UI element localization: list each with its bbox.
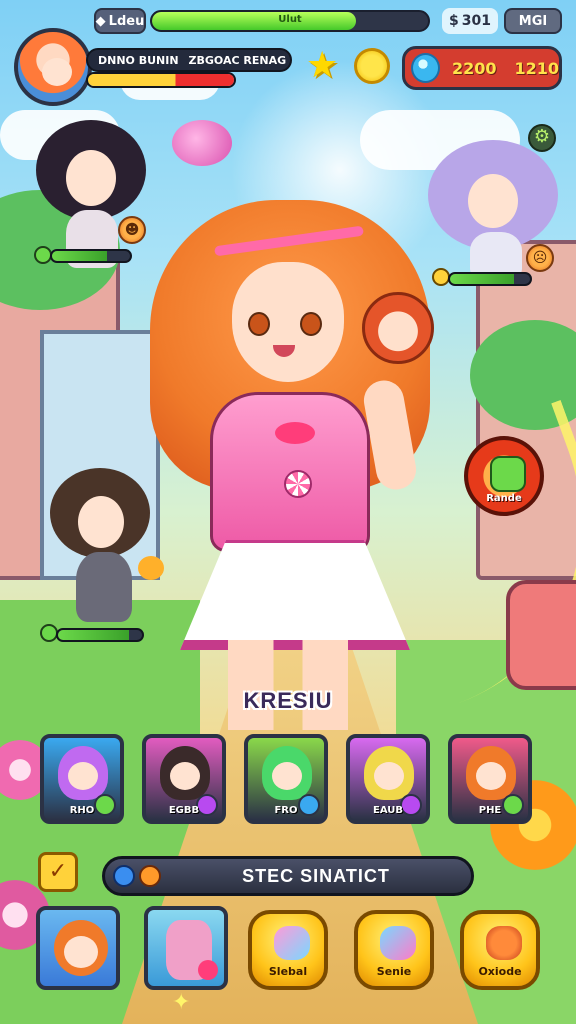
companion-head: [362, 292, 434, 364]
bottom-button-label: Slebal: [268, 965, 308, 978]
ally-character-top-left[interactable]: [36, 120, 146, 270]
select-label: STEC SINATICT: [242, 865, 390, 886]
ally-face: [468, 174, 518, 228]
heart-icon: [198, 960, 218, 980]
player-avatar[interactable]: [14, 28, 92, 106]
hero-legs: [228, 640, 348, 730]
star-icon[interactable]: ★: [306, 48, 344, 86]
ally-hp-bar: [448, 272, 532, 286]
xp-bar: Ulut: [150, 10, 430, 32]
player-panel: DNNO BUNIN ZBGOAC RENAG: [86, 48, 292, 92]
hero-eye-left: [248, 312, 270, 336]
character-roster: RHO EGBB FRO EAUB PHE: [40, 734, 540, 826]
roster-card[interactable]: RHO: [40, 734, 124, 824]
ally-hp-fill: [58, 630, 130, 640]
monster-action-button[interactable]: Rande: [464, 436, 544, 516]
ally-hp-fill: [52, 251, 107, 261]
bomb-icon: [486, 926, 522, 960]
bottom-button-2[interactable]: Senie: [354, 910, 434, 990]
xp-text: Ulut: [278, 14, 302, 25]
gem-value-b: 1210: [514, 58, 559, 78]
roster-card[interactable]: FRO: [244, 734, 328, 824]
action-label: Rande: [486, 493, 522, 504]
ally-hp-bar: [56, 628, 144, 642]
candy-icon: [274, 926, 310, 960]
check-icon[interactable]: ✓: [38, 852, 78, 892]
level-label: Ldeu: [108, 13, 145, 29]
smiley-icon[interactable]: ☻: [118, 216, 146, 244]
party-card-1[interactable]: [36, 906, 120, 990]
orange-orb-icon: [139, 865, 161, 887]
bottom-button-1[interactable]: Slebal: [248, 910, 328, 990]
level-chip[interactable]: ◆ Ldeu: [94, 8, 146, 34]
coin-counter[interactable]: $ 301: [442, 8, 498, 34]
hero-name: KRESIU: [243, 688, 333, 713]
roster-card[interactable]: EGBB: [142, 734, 226, 824]
bottom-button-label: Senie: [376, 965, 412, 978]
gem-icon: [411, 53, 440, 83]
player-name: DNNO BUNIN: [98, 53, 179, 67]
gem-panel[interactable]: 2200 1210: [402, 46, 562, 90]
select-character-button[interactable]: STEC SINATICT: [102, 856, 474, 896]
punch-glove-icon: [138, 556, 164, 580]
party-card-2[interactable]: [144, 906, 228, 990]
card-face: [68, 762, 98, 790]
car: [506, 580, 576, 690]
bottom-action-row: Slebal Senie Oxiode: [36, 906, 542, 998]
card-label: FRO: [274, 805, 298, 816]
card-label: EAUB: [372, 805, 403, 816]
gem-value-a: 2200: [451, 58, 497, 78]
blue-orb-icon: [113, 865, 135, 887]
ally-face: [66, 150, 116, 206]
menu-button[interactable]: MGI: [504, 8, 562, 34]
player-hp-bar: [86, 72, 236, 88]
coin-button-icon[interactable]: [354, 48, 390, 84]
card-label: EGBB: [168, 805, 200, 816]
ally-character-mid-left[interactable]: [46, 468, 166, 626]
roster-card[interactable]: EAUB: [346, 734, 430, 824]
diamond-icon: ◆: [95, 13, 106, 29]
hero-eye-right: [300, 312, 322, 336]
card-face: [64, 936, 98, 968]
card-face: [272, 762, 302, 790]
player-title: ZBGOAC RENAG: [188, 53, 287, 67]
ally-hp-bar: [50, 249, 132, 263]
avatar-face: [42, 58, 72, 86]
bottom-button-label: Oxiode: [478, 965, 522, 978]
heart-icon: [380, 926, 416, 960]
card-face: [476, 762, 506, 790]
coin-label: 301: [461, 13, 491, 29]
card-face: [374, 762, 404, 790]
player-name-bar: DNNO BUNIN ZBGOAC RENAG: [86, 48, 292, 72]
sparkle-icon: ✦: [172, 990, 191, 1015]
ally-face: [78, 496, 124, 548]
card-label: PHE: [478, 805, 502, 816]
ally-body: [76, 552, 132, 622]
card-label: RHO: [69, 805, 95, 816]
coin-icon: $: [449, 13, 459, 29]
roster-card[interactable]: PHE: [448, 734, 532, 824]
ally-hp-fill: [450, 274, 514, 284]
hero-bow: [275, 422, 315, 444]
floating-candy: [172, 120, 232, 166]
player-hp-fill: [88, 74, 234, 86]
lollipop-icon: [284, 470, 312, 498]
monster-icon: [490, 456, 526, 492]
card-face: [170, 762, 200, 790]
select-row: ✓ STEC SINATICT: [38, 852, 478, 896]
angry-face-icon[interactable]: ☹: [526, 244, 554, 272]
top-bar: ◆ Ldeu Ulut $ 301 MGI: [94, 8, 564, 36]
bottom-button-3[interactable]: Oxiode: [460, 910, 540, 990]
